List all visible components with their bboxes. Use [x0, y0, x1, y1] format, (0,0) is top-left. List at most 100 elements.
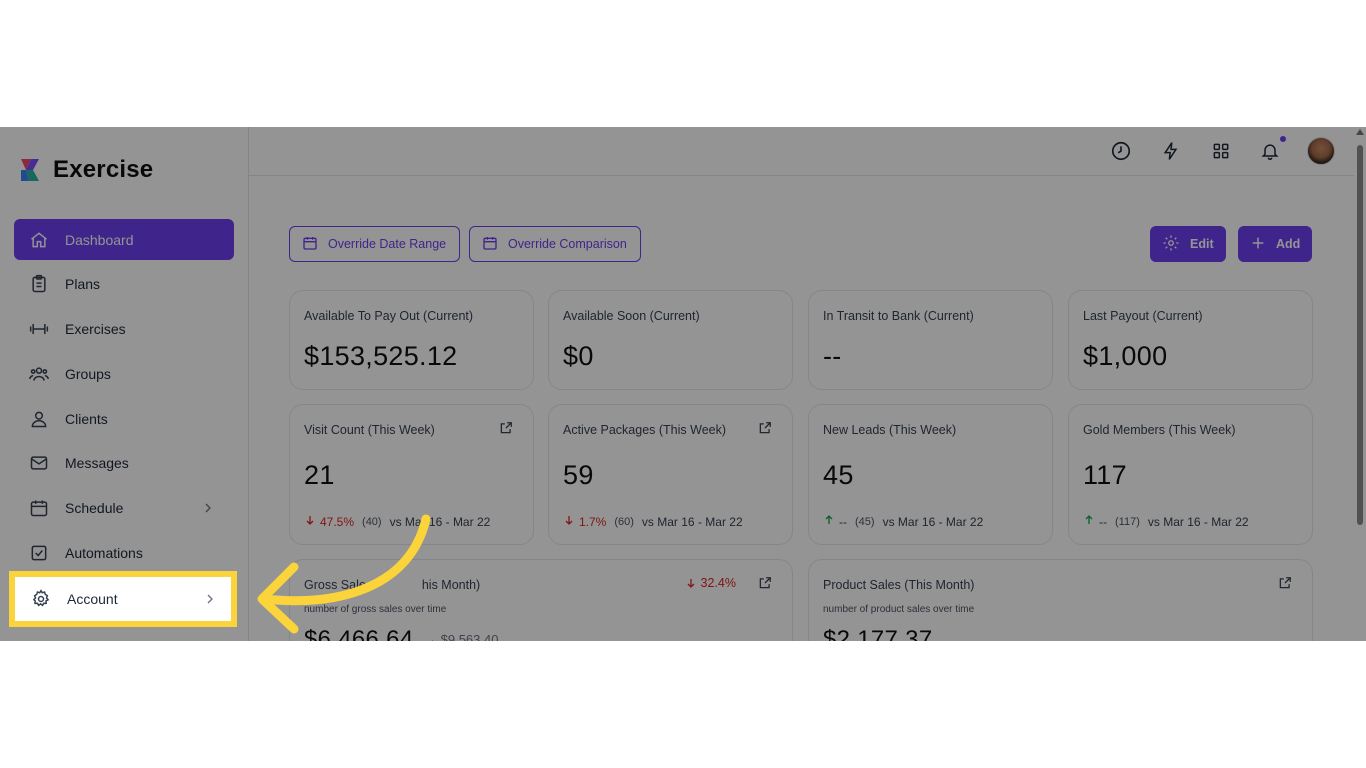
sidebar-item-groups[interactable]: Groups [14, 353, 234, 394]
sidebar-item-label: Schedule [65, 500, 124, 517]
brand-logo-icon [17, 157, 43, 183]
notification-dot [1280, 136, 1286, 142]
override-date-range-button[interactable]: Override Date Range [289, 226, 461, 262]
override-comparison-button[interactable]: Override Comparison [469, 226, 641, 262]
trend-percent: 1.7% [579, 514, 607, 529]
external-link-icon[interactable] [1278, 576, 1292, 590]
stat-card[interactable]: New Leads (This Week) 45 -- (45) vs Mar … [808, 404, 1053, 545]
external-link-icon[interactable] [758, 576, 772, 590]
chevron-right-icon [202, 591, 218, 607]
sidebar: Exercise Dashboard Plans Exercises Group… [0, 127, 249, 641]
sidebar-item-dashboard[interactable]: Dashboard [14, 219, 234, 260]
card-value: $1,000 [1083, 341, 1168, 371]
checkbox-icon [28, 542, 50, 564]
sidebar-item-label: Plans [65, 276, 101, 293]
sidebar-item-automations[interactable]: Automations [14, 533, 234, 574]
stat-card[interactable]: Active Packages (This Week) 59 1.7% (60)… [548, 404, 793, 545]
sidebar-item-label: Messages [65, 455, 129, 472]
card-title: Available Soon (Current) [563, 309, 700, 323]
calendar-icon [302, 235, 318, 254]
arrow-up-icon [823, 514, 835, 529]
scrollbar[interactable] [1354, 127, 1366, 641]
stat-card[interactable]: In Transit to Bank (Current) -- [808, 290, 1053, 390]
previous-value: (45) [855, 515, 875, 528]
scroll-up-icon[interactable] [1356, 129, 1364, 135]
comparison-range: vs Mar 16 - Mar 22 [641, 514, 743, 529]
brand-name: Exercise [53, 156, 154, 183]
trend-percent: -- [839, 514, 847, 529]
external-link-icon[interactable] [499, 421, 513, 435]
grid-icon[interactable] [1209, 139, 1233, 163]
sidebar-item-label: Groups [65, 365, 111, 382]
gear-icon [30, 588, 52, 610]
previous-value: (60) [614, 515, 634, 528]
sidebar-item-clients[interactable]: Clients [14, 398, 234, 439]
card-value: 21 [304, 460, 335, 490]
card-title: Last Payout (Current) [1083, 309, 1203, 323]
card-value: $2,177.37 [823, 626, 933, 641]
dumbbell-icon [28, 318, 50, 340]
sidebar-item-label: Automations [65, 545, 143, 562]
lightning-icon[interactable] [1159, 139, 1183, 163]
users-icon [28, 363, 50, 385]
sidebar-item-label: Account [67, 591, 118, 607]
bell-icon[interactable] [1258, 139, 1282, 163]
sidebar-item-account[interactable]: Account [9, 571, 237, 627]
card-title: In Transit to Bank (Current) [823, 309, 974, 323]
arrow-down-icon [687, 579, 695, 588]
trend-percent: 32.4% [685, 576, 736, 590]
card-title: Product Sales (This Month) [823, 578, 975, 592]
sidebar-item-plans[interactable]: Plans [14, 264, 234, 305]
arrow-up-icon [1083, 514, 1095, 529]
trend-row: -- (45) vs Mar 16 - Mar 22 [823, 514, 983, 529]
card-value: 117 [1083, 460, 1127, 490]
mail-icon [28, 452, 50, 474]
card-value: 59 [563, 460, 594, 490]
sidebar-item-label: Dashboard [65, 231, 134, 248]
card-title: Available To Pay Out (Current) [304, 309, 474, 323]
card-title: Visit Count (This Week) [304, 423, 435, 437]
home-icon [28, 229, 50, 251]
scrollbar-thumb[interactable] [1357, 145, 1363, 525]
stat-card[interactable]: Gold Members (This Week) 117 -- (117) vs… [1068, 404, 1313, 545]
sidebar-item-exercises[interactable]: Exercises [14, 309, 234, 350]
user-icon [28, 408, 50, 430]
card-title: Active Packages (This Week) [563, 423, 727, 437]
sidebar-item-label: Clients [65, 410, 108, 427]
clipboard-icon [28, 273, 50, 295]
trend-row: -- (117) vs Mar 16 - Mar 22 [1083, 514, 1249, 529]
external-link-icon[interactable] [758, 421, 772, 435]
card-value: 45 [823, 460, 854, 490]
sidebar-item-messages[interactable]: Messages [14, 443, 234, 484]
sidebar-item-schedule[interactable]: Schedule [14, 488, 234, 529]
top-bar [249, 127, 1354, 176]
edit-button[interactable]: Edit [1150, 226, 1226, 262]
card-subtitle: number of product sales over time [823, 604, 975, 615]
pointer-arrow-icon [257, 514, 431, 634]
arrow-down-icon [563, 514, 575, 529]
stat-card[interactable]: Available To Pay Out (Current) $153,525.… [289, 290, 534, 390]
calendar-icon [482, 235, 498, 254]
stat-card[interactable]: Available Soon (Current) $0 [548, 290, 793, 390]
trend-percent: -- [1099, 514, 1107, 529]
sidebar-item-label: Exercises [65, 321, 126, 338]
brand[interactable]: Exercise [17, 156, 153, 184]
calendar-icon [28, 497, 50, 519]
stat-card[interactable]: Last Payout (Current) $1,000 [1068, 290, 1313, 390]
previous-value: (117) [1115, 515, 1140, 528]
chevron-right-icon [200, 500, 216, 516]
add-button[interactable]: Add [1238, 226, 1313, 262]
card-value: $153,525.12 [304, 341, 458, 371]
avatar[interactable] [1307, 137, 1335, 165]
plus-icon [1250, 235, 1266, 254]
sidebar-nav: Dashboard Plans Exercises Groups Clients… [14, 219, 234, 577]
clock-icon[interactable] [1109, 139, 1133, 163]
comparison-range: vs Mar 16 - Mar 22 [882, 514, 984, 529]
card-title: New Leads (This Week) [823, 423, 957, 437]
card-value: $0 [563, 341, 594, 371]
comparison-range: vs Mar 16 - Mar 22 [1147, 514, 1249, 529]
sales-card[interactable]: Product Sales (This Month) number of pro… [808, 559, 1313, 641]
app-window: Exercise Dashboard Plans Exercises Group… [0, 127, 1366, 641]
card-value: -- [823, 341, 842, 371]
trend-row: 1.7% (60) vs Mar 16 - Mar 22 [563, 514, 743, 529]
